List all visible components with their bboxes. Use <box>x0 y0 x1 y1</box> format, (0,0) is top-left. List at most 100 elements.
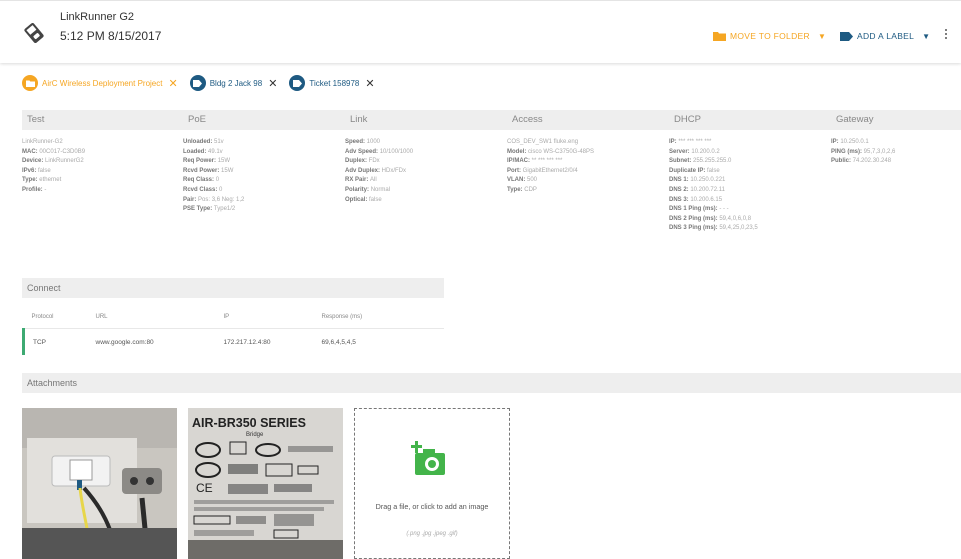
detail-line: Profile: - <box>22 186 184 196</box>
detail-line: DNS 1 Ping (ms): - - - <box>669 205 831 215</box>
detail-value: Normal <box>370 186 391 193</box>
detail-value: 49.1v <box>208 148 223 155</box>
detail-line: PSE Type: Type1/2 <box>183 205 345 215</box>
detail-key: Unloaded: <box>183 139 214 145</box>
add-label-label: ADD A LABEL <box>857 31 915 41</box>
detail-value: LinkRunnerG2 <box>45 158 84 165</box>
tag-chips: AirC Wireless Deployment Project ✕ Bldg … <box>22 74 379 92</box>
move-to-folder-button[interactable]: MOVE TO FOLDER ▼ <box>713 31 826 41</box>
detail-key: IPv6: <box>22 167 39 174</box>
detail-value: 59,4,0,6,0,8 <box>719 215 752 222</box>
connect-table: Protocol URL IP Response (ms) TCP www.go… <box>22 306 444 355</box>
detail-key: DNS 2: <box>669 186 691 193</box>
connect-table-header: Protocol URL IP Response (ms) <box>23 306 444 329</box>
dhcp-title: DHCP <box>669 110 831 130</box>
attachment-photo-device[interactable] <box>22 408 177 559</box>
col-ip: IP <box>215 306 314 329</box>
detail-line: IP/MAC: ** *** *** *** <box>507 157 669 167</box>
col-response: Response (ms) <box>313 306 444 329</box>
detail-line: DNS 2: 10.200.72.11 <box>669 186 831 196</box>
detail-value: 10.200.0.2 <box>691 148 720 155</box>
test-card: Test LinkRunner-G2 MAC: 00C017-C3D0B9 Devi… <box>22 110 184 196</box>
detail-value: false <box>369 196 382 203</box>
gateway-details: IP: 10.250.0.1 PING (ms): 95,7,3,0,2,6 Pub… <box>831 130 961 167</box>
label-icon <box>189 75 206 91</box>
detail-key: Port: <box>507 167 523 174</box>
detail-line: Adv Speed: 10/100/1000 <box>345 148 507 158</box>
poe-card: PoE Unloaded: 51v Loaded: 49.1v Req Power:… <box>183 110 345 215</box>
detail-key: Device: <box>22 158 46 165</box>
more-options-icon[interactable] <box>945 29 949 39</box>
detail-line: RX Pair: All <box>345 176 507 186</box>
detail-key: Profile: <box>22 186 45 193</box>
add-image-dropzone[interactable]: Drag a file, or click to add an image (.… <box>354 408 510 559</box>
detail-key: Rcvd Power: <box>183 167 222 174</box>
detail-value: - - - <box>719 206 729 213</box>
detail-line: Type: ethernet <box>22 176 184 186</box>
dropzone-filetypes: (.png .jpg .jpeg .gif) <box>406 531 458 537</box>
detail-key: Model: <box>507 148 528 155</box>
device-header: LinkRunner G2 5:12 PM 8/15/2017 MOVE TO … <box>0 0 961 63</box>
detail-value: 74.202.30.248 <box>852 158 892 165</box>
detail-value: 10.200.72.11 <box>690 186 725 193</box>
link-card: Link Speed: 1000 Adv Speed: 10/100/1000 Du… <box>345 110 507 205</box>
link-title: Link <box>345 110 507 130</box>
detail-value: 00C017-C3D0B9 <box>39 148 86 155</box>
detail-key: Server: <box>669 148 692 155</box>
detail-key: IP/MAC: <box>507 158 532 165</box>
table-row[interactable]: TCP www.google.com:80 172.217.12.4:80 69… <box>22 328 445 355</box>
detail-value: 255.255.255.0 <box>693 158 732 165</box>
detail-value: 59,4,25,0,23,5 <box>719 225 758 232</box>
detail-line: DNS 1: 10.250.0.221 <box>669 176 831 186</box>
detail-value: All <box>370 177 377 184</box>
detail-key: Loaded: <box>183 148 208 155</box>
detail-value: GigabitEthernet2/0/4 <box>522 167 578 174</box>
detail-line: Model: cisco WS-C3750G-48PS <box>507 148 669 158</box>
close-icon[interactable]: ✕ <box>268 77 277 90</box>
detail-value: Pos: 3,6 Neg: 1,2 <box>198 196 245 203</box>
move-to-folder-label: MOVE TO FOLDER <box>730 31 810 41</box>
svg-text:CE: CE <box>196 481 213 495</box>
detail-key: VLAN: <box>507 177 527 184</box>
attachment-photo-label[interactable]: AIR-BR350 SERIES Bridge CE <box>188 408 343 559</box>
linkrunner-device-icon <box>24 23 44 43</box>
detail-line: Duplex: FDx <box>345 157 507 167</box>
access-card: Access COS_DEV_SW1 fluke.eng Model: cisco… <box>507 110 669 196</box>
dhcp-card: DHCP IP: *** *** *** *** Server: 10.200.0… <box>669 110 831 234</box>
detail-value: HDx/FDx <box>381 167 407 174</box>
detail-line: LinkRunner-G2 <box>22 138 184 148</box>
close-icon[interactable]: ✕ <box>365 77 374 90</box>
detail-key: PING (ms): <box>831 148 864 155</box>
detail-value: 500 <box>527 177 538 184</box>
device-name: LinkRunner G2 <box>60 11 134 23</box>
detail-line: Optical: false <box>345 196 507 206</box>
detail-value: ** *** *** *** <box>531 158 563 165</box>
col-protocol: Protocol <box>23 306 88 329</box>
detail-line: Req Class: 0 <box>183 176 345 186</box>
detail-key: RX Pair: <box>345 177 371 184</box>
detail-line: DNS 3 Ping (ms): 59,4,25,0,23,5 <box>669 224 831 234</box>
detail-value: - <box>44 186 47 193</box>
detail-line: MAC: 00C017-C3D0B9 <box>22 148 184 158</box>
detail-key: Duplicate IP: <box>669 167 708 174</box>
detail-key: DNS 1 Ping (ms): <box>669 206 720 213</box>
close-icon[interactable]: ✕ <box>168 77 177 90</box>
detail-line: Speed: 1000 <box>345 138 507 148</box>
detail-value: FDx <box>368 158 380 165</box>
add-label-button[interactable]: ADD A LABEL ▼ <box>840 31 930 41</box>
detail-key: Pair: <box>183 196 199 203</box>
detail-key: Type: <box>22 177 40 184</box>
detail-key: Duplex: <box>345 158 369 165</box>
detail-line: Duplicate IP: false <box>669 167 831 177</box>
detail-line: IP: 10.250.0.1 <box>831 138 961 148</box>
detail-key: DNS 1: <box>669 177 691 184</box>
label-chip[interactable]: Ticket 158978 ✕ <box>289 74 378 92</box>
detail-value: 95,7,3,0,2,6 <box>863 148 896 155</box>
access-title: Access <box>507 110 669 130</box>
detail-value: COS_DEV_SW1 fluke.eng <box>507 139 579 145</box>
detail-key: Public: <box>831 158 853 165</box>
detail-line: DNS 2 Ping (ms): 59,4,0,6,0,8 <box>669 215 831 225</box>
detail-line: Port: GigabitEthernet2/0/4 <box>507 167 669 177</box>
folder-chip[interactable]: AirC Wireless Deployment Project ✕ <box>22 74 182 92</box>
label-chip[interactable]: Bldg 2 Jack 98 ✕ <box>189 74 282 92</box>
